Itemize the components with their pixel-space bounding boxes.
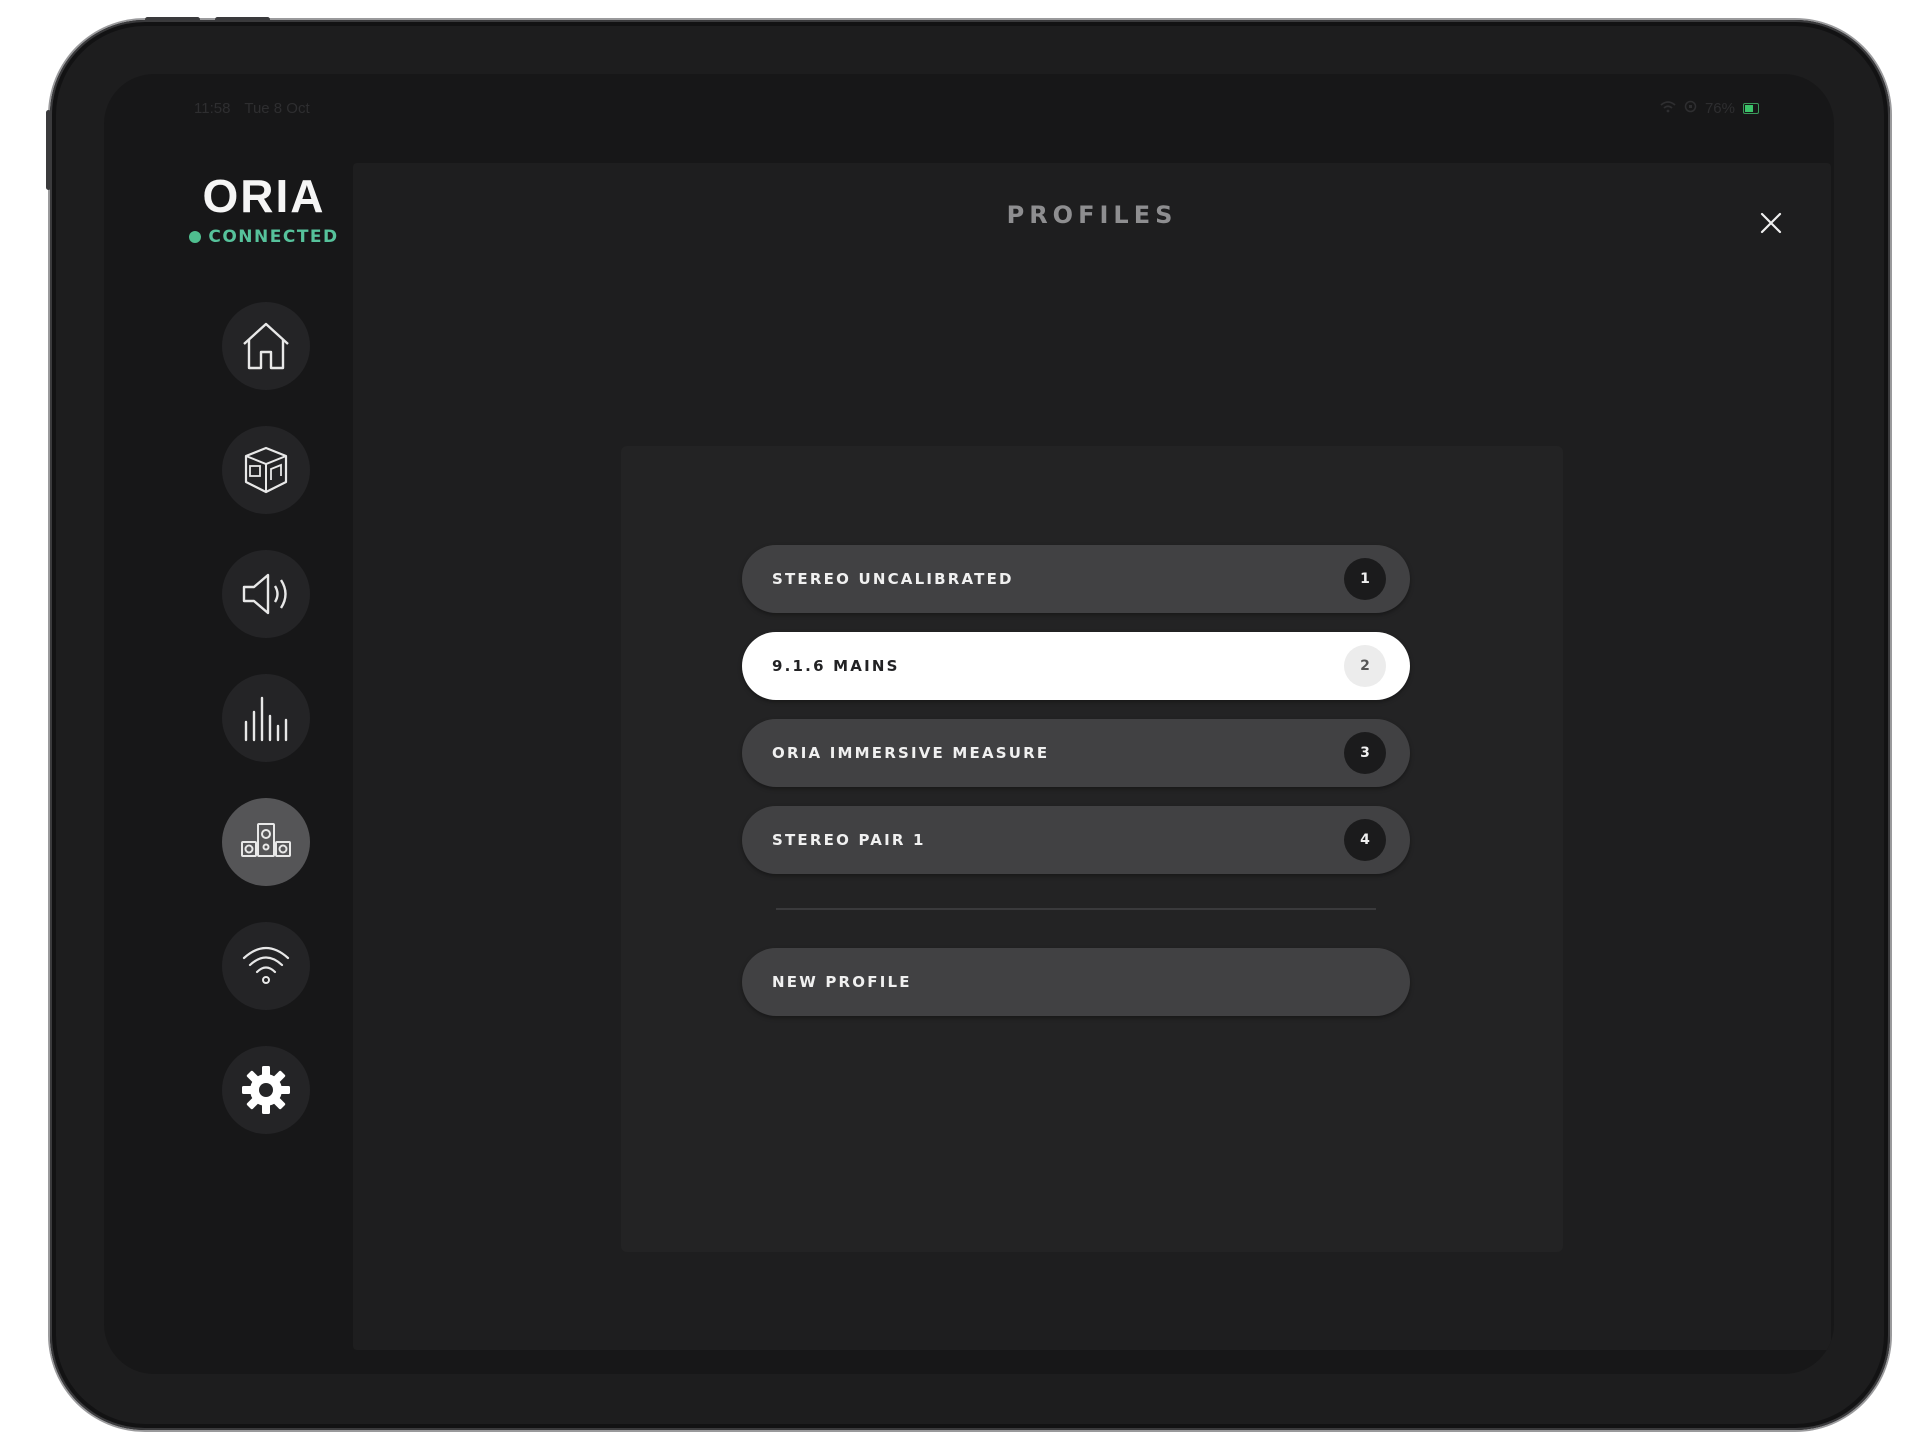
profile-item-stereo-pair-1[interactable]: STEREO PAIR 1 4 xyxy=(742,806,1410,874)
sidebar-nav xyxy=(222,302,310,1170)
nav-settings[interactable] xyxy=(222,1046,310,1134)
profile-item-oria-immersive-measure[interactable]: ORIA IMMERSIVE MEASURE 3 xyxy=(742,719,1410,787)
brand: ORIA CONNECTED xyxy=(164,169,364,247)
profile-item-9-1-6-mains[interactable]: 9.1.6 MAINS 2 xyxy=(742,632,1410,700)
profiles-panel: PROFILES STEREO UNCALIBRATED 1 9.1.6 MAI… xyxy=(353,163,1831,1350)
nav-equalizer[interactable] xyxy=(222,674,310,762)
profile-label: STEREO PAIR 1 xyxy=(772,831,926,849)
profile-number-badge: 4 xyxy=(1344,819,1386,861)
profile-label: ORIA IMMERSIVE MEASURE xyxy=(772,744,1050,762)
volume-down-button-hw xyxy=(215,17,270,22)
profile-number-badge: 2 xyxy=(1344,645,1386,687)
battery-percent: 76% xyxy=(1704,100,1735,117)
nav-speaker-setup[interactable] xyxy=(222,798,310,886)
new-profile-button[interactable]: NEW PROFILE xyxy=(742,948,1410,1016)
brand-logo: ORIA xyxy=(202,170,326,222)
equalizer-icon xyxy=(244,696,288,742)
room-icon xyxy=(244,446,288,494)
orientation-lock-icon xyxy=(1684,100,1697,117)
close-button[interactable] xyxy=(1749,201,1793,245)
profiles-card: STEREO UNCALIBRATED 1 9.1.6 MAINS 2 ORIA… xyxy=(621,446,1563,1252)
nav-room[interactable] xyxy=(222,426,310,514)
nav-home[interactable] xyxy=(222,302,310,390)
connection-status: CONNECTED xyxy=(164,227,364,247)
profile-label: STEREO UNCALIBRATED xyxy=(772,570,1014,588)
speaker-setup-icon xyxy=(241,823,291,857)
connection-status-label: CONNECTED xyxy=(208,227,339,247)
wifi-status-icon xyxy=(1660,100,1676,117)
status-time: 11:58 xyxy=(194,100,231,117)
profile-label: 9.1.6 MAINS xyxy=(772,657,900,675)
status-indicators: 76% xyxy=(1660,100,1759,117)
status-time-date: 11:58 Tue 8 Oct xyxy=(194,100,320,117)
wifi-icon xyxy=(242,946,290,984)
connection-dot-icon xyxy=(189,231,202,243)
tablet-frame: 11:58 Tue 8 Oct 76% ORIA CONNECTED PROFI… xyxy=(46,17,1890,1430)
profile-item-stereo-uncalibrated[interactable]: STEREO UNCALIBRATED 1 xyxy=(742,545,1410,613)
home-icon xyxy=(243,322,289,370)
status-date: Tue 8 Oct xyxy=(244,100,310,117)
close-icon xyxy=(1760,212,1782,234)
volume-up-button-hw xyxy=(145,17,200,22)
new-profile-label: NEW PROFILE xyxy=(772,973,912,991)
page-title: PROFILES xyxy=(1006,201,1178,229)
nav-volume[interactable] xyxy=(222,550,310,638)
nav-network[interactable] xyxy=(222,922,310,1010)
speaker-volume-icon xyxy=(242,573,287,615)
profile-list: STEREO UNCALIBRATED 1 9.1.6 MAINS 2 ORIA… xyxy=(742,545,1410,893)
battery-icon xyxy=(1743,103,1759,114)
power-button-hw xyxy=(46,110,51,190)
status-bar: 11:58 Tue 8 Oct 76% xyxy=(104,94,1834,124)
profile-number-badge: 1 xyxy=(1344,558,1386,600)
app-screen: 11:58 Tue 8 Oct 76% ORIA CONNECTED PROFI… xyxy=(104,74,1834,1374)
profile-number-badge: 3 xyxy=(1344,732,1386,774)
gear-icon xyxy=(242,1066,290,1114)
divider xyxy=(776,908,1376,910)
